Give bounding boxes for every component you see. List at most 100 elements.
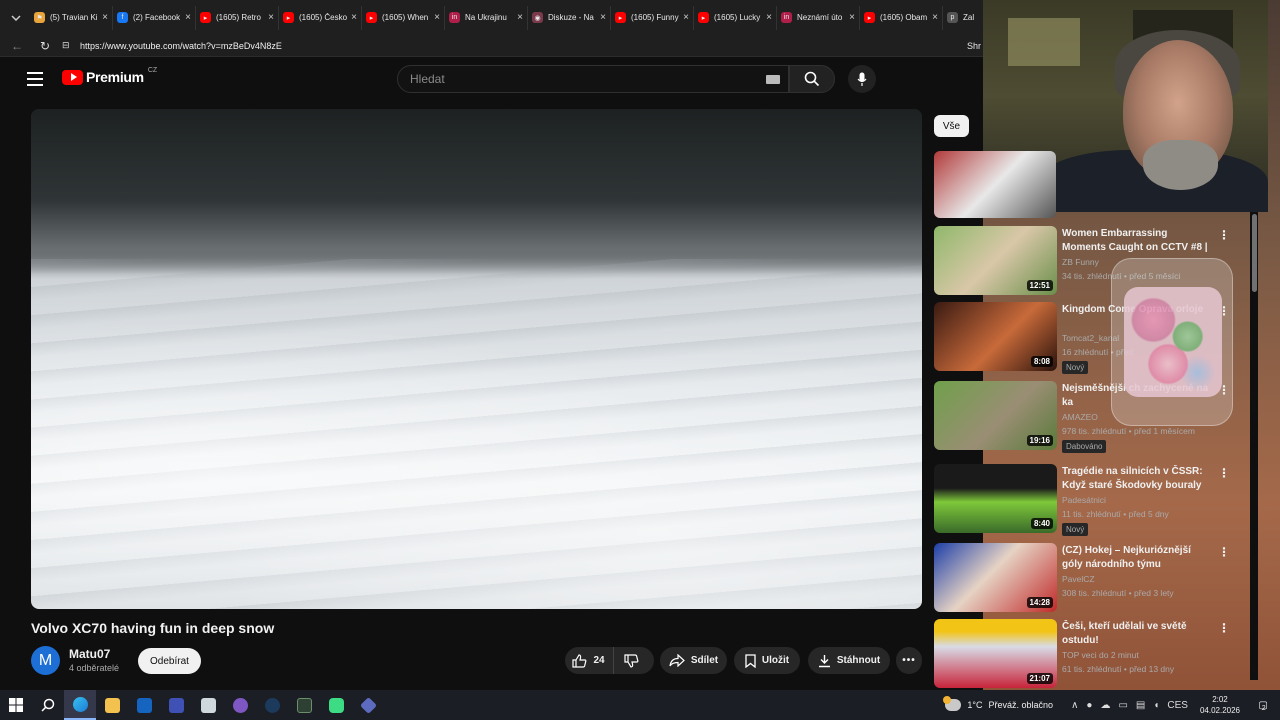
browser-tab[interactable]: p Zal	[943, 6, 983, 30]
tab-close-icon[interactable]: ×	[683, 12, 689, 23]
save-app-taskbar-icon[interactable]	[160, 690, 192, 720]
recommendation-title[interactable]: (CZ) Hokej – Nejkurióznější góly národní…	[1062, 544, 1212, 572]
tab-list-button[interactable]	[6, 6, 26, 30]
reload-button[interactable]: ↻	[34, 39, 56, 53]
tab-label: Neznámí úto	[797, 13, 843, 22]
start-button[interactable]	[0, 690, 32, 720]
volume-icon[interactable]: ◖	[1153, 700, 1159, 711]
share-button[interactable]: Sdílet	[660, 647, 727, 674]
chevron-up-icon[interactable]: ∧	[1071, 700, 1078, 711]
network-icon[interactable]: ▤	[1136, 700, 1145, 711]
outlook-taskbar-icon[interactable]	[128, 690, 160, 720]
browser-tab[interactable]: ◉ Diskuze - Na ×	[528, 5, 611, 30]
voice-search-button[interactable]	[848, 65, 876, 93]
notification-button[interactable]: ▢ 2	[1252, 695, 1272, 715]
menu-icon[interactable]	[27, 72, 43, 86]
recommendation-channel[interactable]: TOP veci do 2 minut	[1062, 650, 1139, 660]
recommendation-channel[interactable]: AMAZEO	[1062, 412, 1098, 422]
dislike-button[interactable]	[614, 647, 655, 674]
channel-name[interactable]: Matu07	[69, 647, 110, 661]
more-vertical-icon[interactable]: ⋮	[1218, 545, 1230, 559]
address-bar[interactable]: ⊟ https://www.youtube.com/watch?v=mzBeDv…	[62, 36, 967, 55]
more-vertical-icon[interactable]: ⋮	[1218, 621, 1230, 635]
steam-taskbar-icon[interactable]	[256, 690, 288, 720]
recommendation-title[interactable]: Tragédie na silnicích v ČSSR: Když staré…	[1062, 465, 1212, 493]
tab-close-icon[interactable]: ×	[351, 12, 357, 23]
tab-close-icon[interactable]: ×	[932, 12, 938, 23]
tab-close-icon[interactable]: ×	[102, 12, 108, 23]
browser-tab[interactable]: in Na Ukrajinu ×	[445, 5, 528, 30]
weather-widget[interactable]: 1°C Převáž. oblačno	[943, 696, 1053, 711]
tab-close-icon[interactable]: ×	[766, 12, 772, 23]
tab-favicon-icon: ▸	[698, 12, 709, 23]
more-vertical-icon[interactable]: ⋮	[1218, 228, 1230, 242]
microphone-icon[interactable]: ●	[1086, 700, 1092, 711]
download-button[interactable]: Stáhnout	[808, 647, 890, 674]
back-button[interactable]: ←	[6, 39, 28, 53]
browser-tab[interactable]: ▸ (1605) Obam ×	[860, 5, 943, 30]
display-icon[interactable]: ▭	[1118, 700, 1127, 711]
tab-close-icon[interactable]: ×	[517, 12, 523, 23]
recommendation-channel[interactable]: PavelCZ	[1062, 574, 1095, 584]
browser-tab[interactable]: ▸ (1605) Retro ×	[196, 5, 279, 30]
video-thumbnail[interactable]: 19:16	[934, 381, 1057, 450]
browser-tab[interactable]: ▸ (1605) Funny ×	[611, 5, 694, 30]
video-thumbnail[interactable]: 14:28	[934, 543, 1057, 612]
video-thumbnail[interactable]	[934, 151, 1056, 218]
search-button[interactable]	[789, 65, 835, 93]
search-taskbar-button[interactable]	[32, 690, 64, 720]
vpn-taskbar-icon[interactable]	[352, 690, 384, 720]
video-player[interactable]	[31, 109, 922, 609]
tab-close-icon[interactable]: ×	[849, 12, 855, 23]
more-vertical-icon[interactable]: ⋮	[1218, 466, 1230, 480]
browser-tab[interactable]: ▸ (1605) When ×	[362, 5, 445, 30]
cloud-icon[interactable]: ☁	[1100, 700, 1110, 711]
video-thumbnail[interactable]: 8:40	[934, 464, 1057, 533]
edge-icon	[72, 696, 88, 712]
browser-tab[interactable]: in Neznámí úto ×	[777, 5, 860, 30]
share-label-truncated[interactable]: Shr	[967, 41, 981, 51]
video-thumbnail[interactable]: 8:08	[934, 302, 1057, 371]
video-thumbnail[interactable]: 12:51	[934, 226, 1057, 295]
subscribe-button[interactable]: Odebírat	[138, 648, 201, 674]
recommendation-channel[interactable]: Padesátnici	[1062, 495, 1106, 505]
tab-close-icon[interactable]: ×	[434, 12, 440, 23]
recommendation-item-partial[interactable]	[934, 151, 1254, 221]
browser-tab[interactable]: f (2) Facebook ×	[113, 5, 196, 30]
keyboard-icon[interactable]	[766, 75, 780, 84]
recommendation-item[interactable]: 8:40 Tragédie na silnicích v ČSSR: Když s…	[934, 464, 1254, 536]
youtube-premium-logo[interactable]: Premium CZ	[62, 67, 157, 85]
language-indicator[interactable]: CES	[1167, 700, 1188, 711]
explorer-taskbar-icon[interactable]	[96, 690, 128, 720]
like-button[interactable]: 24	[564, 647, 614, 674]
browser-tab[interactable]: ⚑ (5) Travian Ki ×	[30, 5, 113, 30]
notepad-taskbar-icon[interactable]	[192, 690, 224, 720]
recommendation-channel[interactable]: ZB Funny	[1062, 257, 1099, 267]
edge-taskbar-icon[interactable]	[64, 690, 96, 720]
discord-taskbar-icon[interactable]	[224, 690, 256, 720]
recommendation-title[interactable]: Češi, kteří udělali ve světě ostudu!	[1062, 620, 1212, 648]
recommendation-item[interactable]: 14:28 (CZ) Hokej – Nejkurióznější góly ná…	[934, 543, 1254, 613]
tab-close-icon[interactable]: ×	[600, 12, 606, 23]
recommendation-title[interactable]: Women Embarrassing Moments Caught on CCT…	[1062, 227, 1212, 255]
like-count: 24	[593, 655, 605, 666]
xbox-taskbar-icon[interactable]	[320, 690, 352, 720]
tab-close-icon[interactable]: ×	[185, 12, 191, 23]
sidebar-scrollbar-thumb[interactable]	[1252, 214, 1257, 292]
tab-close-icon[interactable]: ×	[268, 12, 274, 23]
site-info-icon[interactable]: ⊟	[62, 40, 74, 51]
video-thumbnail[interactable]: 21:07	[934, 619, 1057, 688]
video-duration: 14:28	[1026, 597, 1053, 608]
save-button[interactable]: Uložit	[734, 647, 800, 674]
tab-label: (1605) Retro	[216, 13, 261, 22]
more-actions-button[interactable]: •••	[896, 647, 922, 674]
outlook-icon	[136, 697, 152, 713]
browser-tab[interactable]: ▸ (1605) Česko ×	[279, 5, 362, 30]
chip-all[interactable]: Vše	[934, 115, 969, 137]
search-input[interactable]: Hledat	[397, 65, 789, 93]
channel-avatar[interactable]: M	[31, 646, 60, 675]
terminal-taskbar-icon[interactable]	[288, 690, 320, 720]
recommendation-item[interactable]: 21:07 Češi, kteří udělali ve světě ostudu…	[934, 619, 1254, 689]
browser-tab[interactable]: ▸ (1605) Lucky ×	[694, 5, 777, 30]
clock[interactable]: 2:02 04.02.2026	[1200, 694, 1240, 716]
